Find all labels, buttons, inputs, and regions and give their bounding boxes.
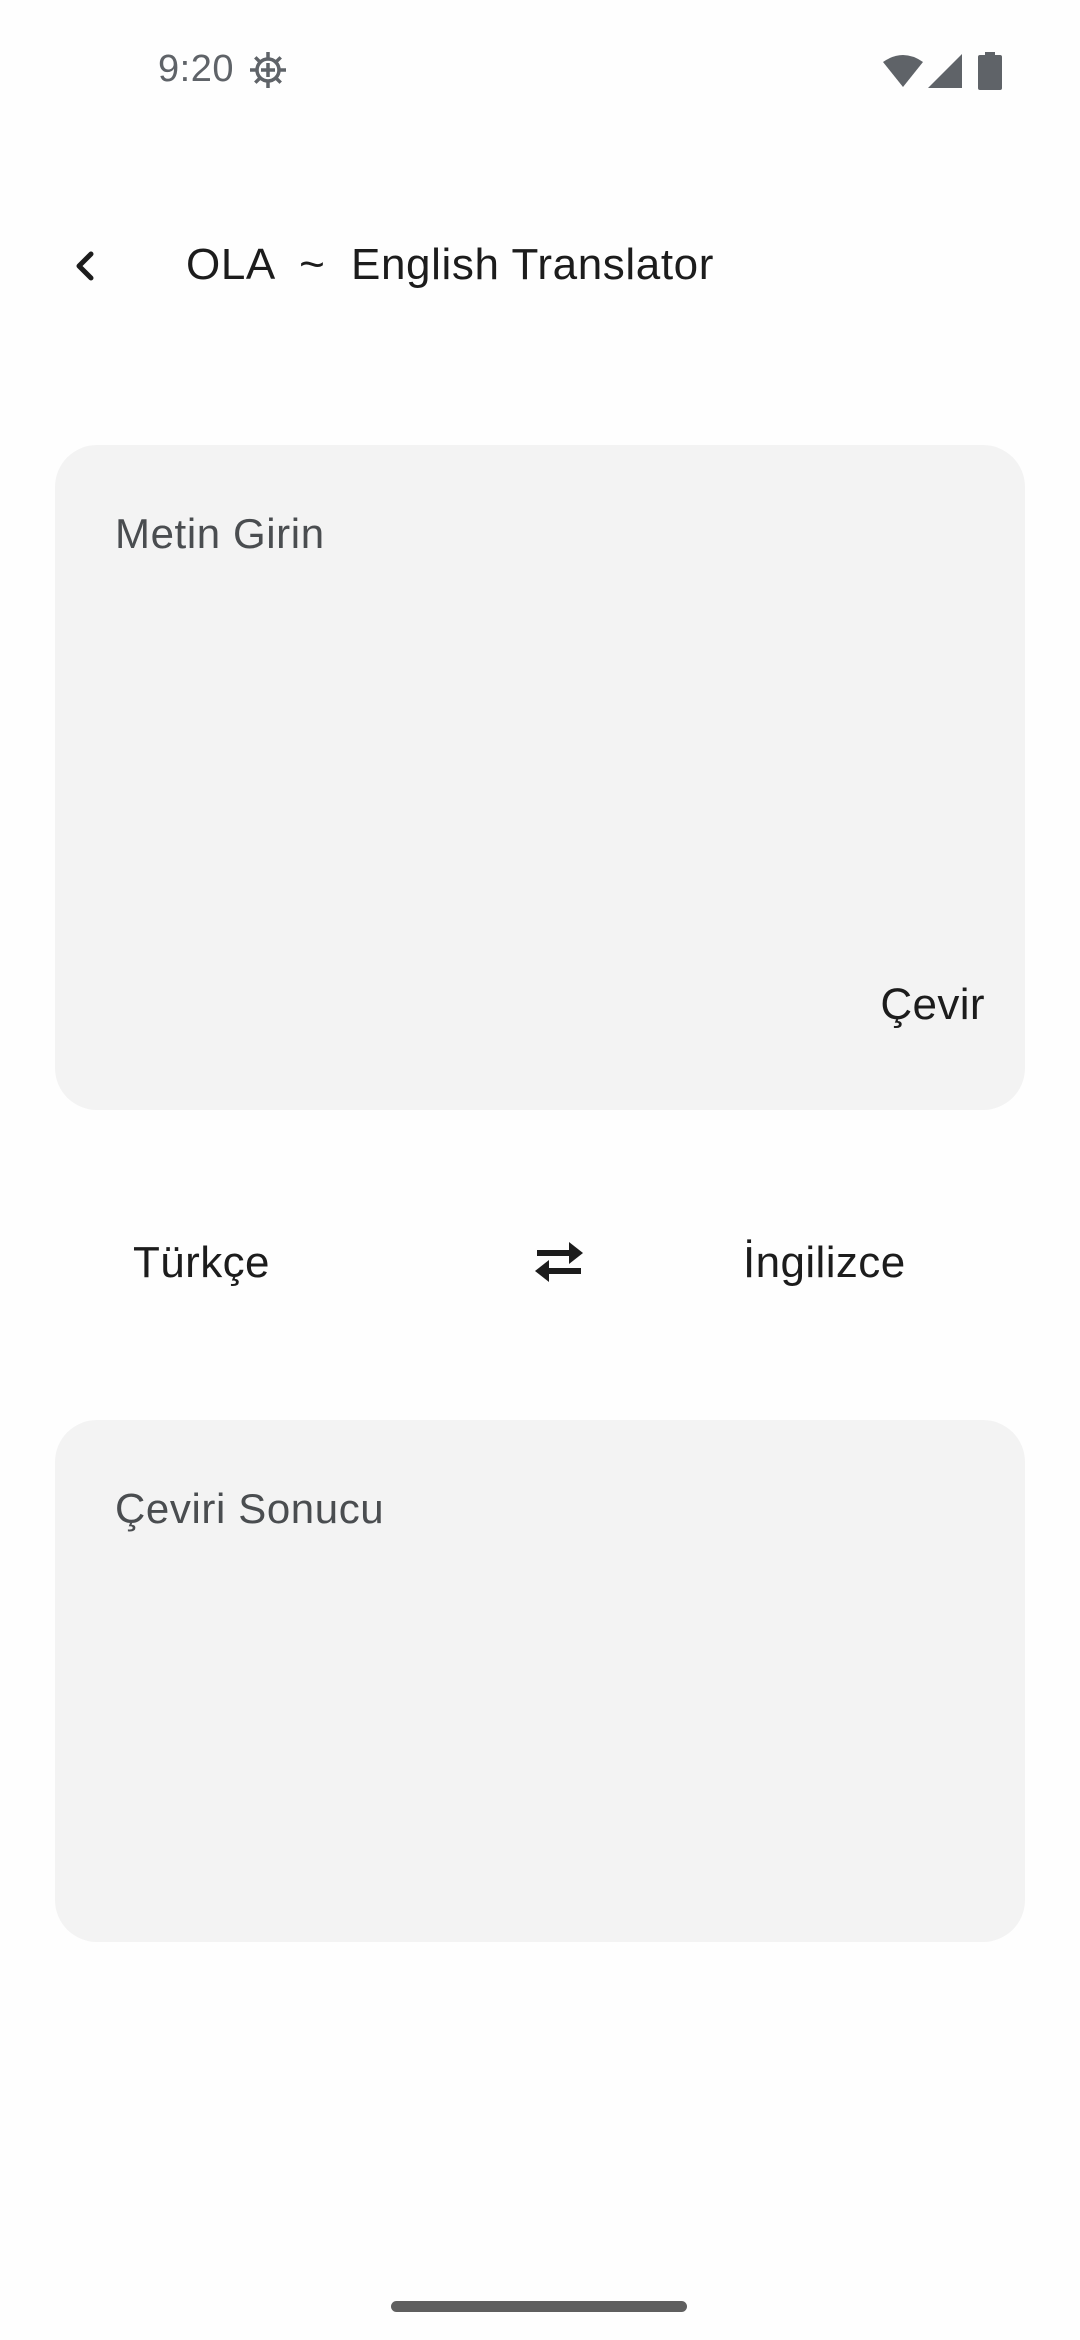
settings-gear-icon	[248, 50, 288, 90]
page-title: OLA ~ English Translator	[186, 240, 714, 289]
status-time: 9:20	[158, 48, 234, 90]
chevron-left-icon	[66, 246, 106, 291]
target-language-button[interactable]: İngilizce	[743, 1238, 906, 1288]
battery-icon	[978, 52, 1002, 90]
swap-languages-button[interactable]	[520, 1232, 598, 1296]
top-app-bar: OLA ~ English Translator	[0, 210, 1080, 320]
gesture-navigation-bar[interactable]	[391, 2301, 687, 2312]
source-language-button[interactable]: Türkçe	[133, 1238, 270, 1288]
translate-button[interactable]: Çevir	[880, 970, 985, 1040]
result-text: Çeviri Sonucu	[115, 1485, 385, 1532]
wifi-icon	[882, 54, 924, 88]
result-card: Çeviri Sonucu	[55, 1420, 1025, 1942]
status-bar: 9:20	[0, 0, 1080, 140]
language-selector-row: Türkçe İngilizce	[0, 1220, 1080, 1310]
back-button[interactable]	[46, 228, 126, 308]
cellular-signal-icon	[928, 54, 962, 88]
input-card: Metin Girin Çevir	[55, 445, 1025, 1110]
swap-horizontal-icon	[533, 1240, 585, 1289]
